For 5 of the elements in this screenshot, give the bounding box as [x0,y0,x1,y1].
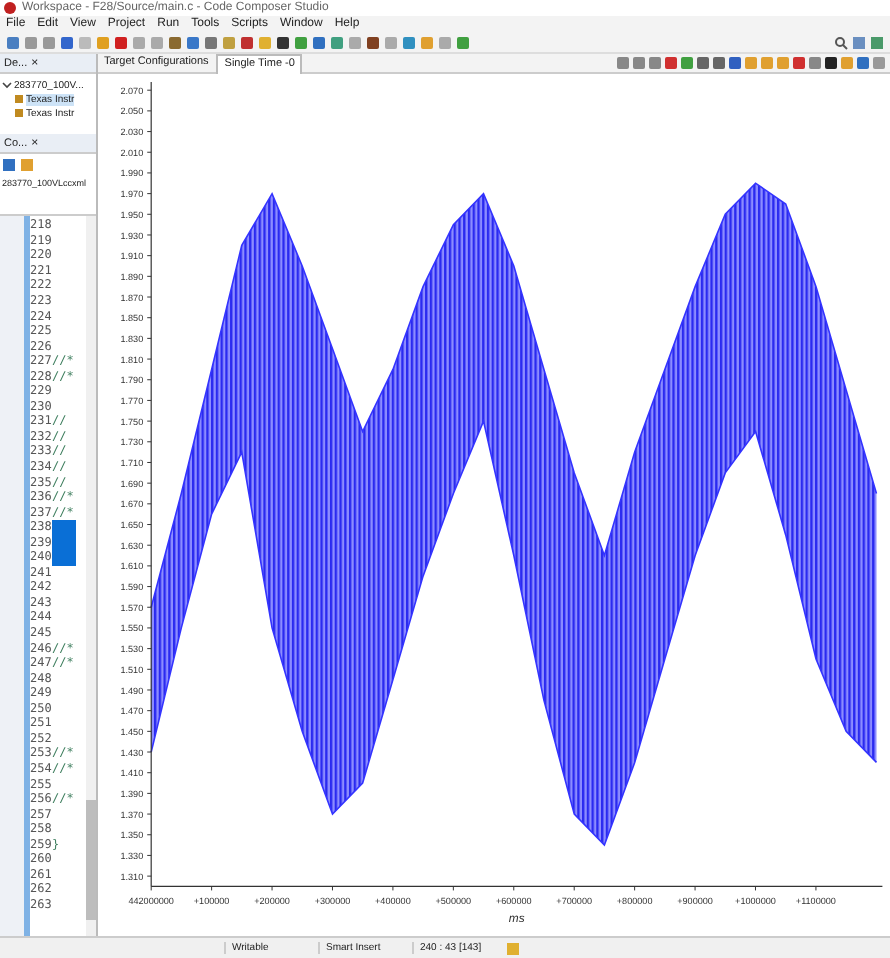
scrollbar[interactable] [86,216,96,936]
search-icon[interactable] [834,35,848,49]
app-logo-icon [4,2,16,14]
expand-caret-icon[interactable] [2,80,12,90]
status-icon [506,941,520,955]
